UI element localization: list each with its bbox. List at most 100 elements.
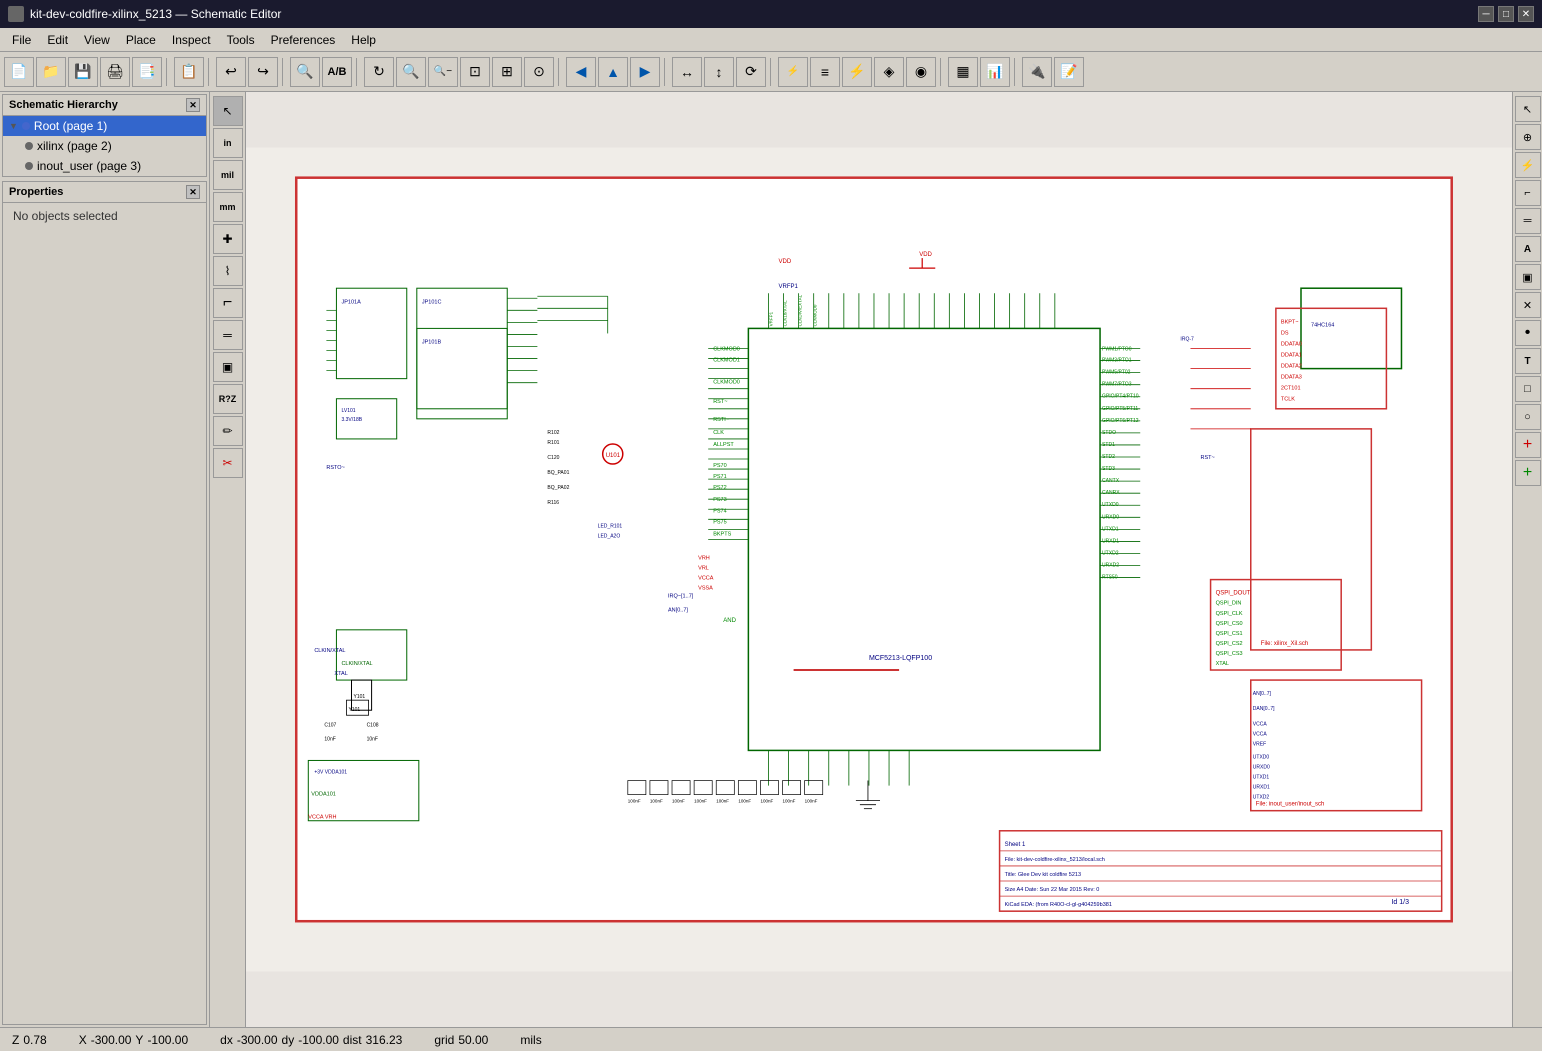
- nav-right-button[interactable]: ▶: [630, 57, 660, 87]
- tool-add-power[interactable]: ⌇: [213, 256, 243, 286]
- svg-text:AND: AND: [723, 618, 736, 624]
- tool-add-sym[interactable]: ✚: [213, 224, 243, 254]
- save-button[interactable]: 💾: [68, 57, 98, 87]
- menu-view[interactable]: View: [76, 31, 118, 49]
- rt-circle-button[interactable]: ○: [1515, 404, 1541, 430]
- menu-inspect[interactable]: Inspect: [164, 31, 219, 49]
- hierarchy-panel-close[interactable]: ✕: [186, 98, 200, 112]
- sym3-button[interactable]: ◈: [874, 57, 904, 87]
- rt-bus-button[interactable]: ═: [1515, 208, 1541, 234]
- tool-unit-mm[interactable]: mm: [213, 192, 243, 222]
- svg-text:Title: Glee Dev kit coldfire 5: Title: Glee Dev kit coldfire 5213: [1005, 872, 1081, 878]
- rt-power-button[interactable]: ⚡: [1515, 152, 1541, 178]
- svg-text:UTXD0: UTXD0: [1102, 502, 1119, 508]
- new-button[interactable]: 📄: [4, 57, 34, 87]
- svg-text:Id 1/3: Id 1/3: [1391, 899, 1409, 906]
- mirror-x-button[interactable]: ↔: [672, 57, 702, 87]
- svg-text:CLKIN/XTAL: CLKIN/XTAL: [341, 661, 372, 667]
- tool-add-bus[interactable]: ═: [213, 320, 243, 350]
- tool-add-wire[interactable]: ⌐: [213, 288, 243, 318]
- tree-item-root[interactable]: ▼ Root (page 1): [3, 116, 206, 136]
- rt-noconn-button[interactable]: ✕: [1515, 292, 1541, 318]
- svg-text:Y101: Y101: [354, 694, 366, 700]
- tree-toggle-root: ▼: [9, 121, 18, 131]
- nav-up-button[interactable]: ▲: [598, 57, 628, 87]
- rt-junc-button[interactable]: •: [1515, 320, 1541, 346]
- tool-select[interactable]: ↖: [213, 96, 243, 126]
- menu-help[interactable]: Help: [343, 31, 384, 49]
- tool-rz[interactable]: R?Z: [213, 384, 243, 414]
- dx-label: dx: [220, 1033, 233, 1047]
- properties-panel-close[interactable]: ✕: [186, 185, 200, 199]
- svg-text:PS70: PS70: [713, 463, 726, 469]
- redo-button[interactable]: ↪: [248, 57, 278, 87]
- menu-preferences[interactable]: Preferences: [263, 31, 344, 49]
- grid-status: grid 50.00: [434, 1033, 488, 1047]
- svg-text:QSPI_CLK: QSPI_CLK: [1216, 611, 1243, 617]
- maximize-button[interactable]: □: [1498, 6, 1514, 22]
- annotate-button[interactable]: A/B: [322, 57, 352, 87]
- nav-left-button[interactable]: ◀: [566, 57, 596, 87]
- undo-button[interactable]: ↩: [216, 57, 246, 87]
- rt-add-red-button[interactable]: +: [1515, 432, 1541, 458]
- zoom-in-button[interactable]: 🔍: [396, 57, 426, 87]
- search-button[interactable]: 🔍: [290, 57, 320, 87]
- zoom-orig-button[interactable]: ⊙: [524, 57, 554, 87]
- svg-text:Y101: Y101: [348, 707, 360, 713]
- schematic-canvas[interactable]: Sheet 1 File: kit-dev-coldfire-xilinx_52…: [246, 92, 1512, 1027]
- tool-add-hier[interactable]: ▣: [213, 352, 243, 382]
- zoom-fit-button[interactable]: ⊡: [460, 57, 490, 87]
- rt-wire-button[interactable]: ⌐: [1515, 180, 1541, 206]
- svg-text:PS71: PS71: [713, 474, 726, 480]
- svg-text:DDATA2: DDATA2: [1281, 364, 1302, 370]
- pcb-button[interactable]: 🔌: [1022, 57, 1052, 87]
- print-button[interactable]: 🖨: [100, 57, 130, 87]
- rt-text-button[interactable]: T: [1515, 348, 1541, 374]
- menu-tools[interactable]: Tools: [219, 31, 263, 49]
- menu-place[interactable]: Place: [118, 31, 164, 49]
- close-button[interactable]: ✕: [1518, 6, 1534, 22]
- power-sym-button[interactable]: ⚡: [778, 57, 808, 87]
- rotate-button[interactable]: ⟳: [736, 57, 766, 87]
- tree-item-inout[interactable]: inout_user (page 3): [19, 156, 206, 176]
- tool-unit-mil[interactable]: mil: [213, 160, 243, 190]
- bom-button[interactable]: 📊: [980, 57, 1010, 87]
- rt-sym-button[interactable]: ⊕: [1515, 124, 1541, 150]
- rt-select-button[interactable]: ↖: [1515, 96, 1541, 122]
- titlebar-controls[interactable]: ─ □ ✕: [1478, 6, 1534, 22]
- pdf-button[interactable]: 📑: [132, 57, 162, 87]
- tree-item-xilinx[interactable]: xilinx (page 2): [19, 136, 206, 156]
- svg-text:DDATA1: DDATA1: [1281, 353, 1302, 359]
- minimize-button[interactable]: ─: [1478, 6, 1494, 22]
- tool-delete[interactable]: ✂: [213, 448, 243, 478]
- erc-button[interactable]: ⚡: [842, 57, 872, 87]
- properties-panel: Properties ✕ No objects selected: [2, 181, 207, 1025]
- svg-text:RSTI~: RSTI~: [713, 417, 729, 423]
- sep5: [558, 58, 562, 86]
- zoom-out-button[interactable]: 🔍−: [428, 57, 458, 87]
- menu-file[interactable]: File: [4, 31, 39, 49]
- svg-text:VCCA: VCCA: [1253, 721, 1268, 727]
- svg-text:VCCA: VCCA: [1253, 731, 1268, 737]
- svg-text:ALLPST: ALLPST: [713, 442, 734, 448]
- sym4-button[interactable]: ◉: [906, 57, 936, 87]
- script-button[interactable]: 📝: [1054, 57, 1084, 87]
- sep7: [770, 58, 774, 86]
- zoom-area-button[interactable]: ⊞: [492, 57, 522, 87]
- svg-text:VDDA101: VDDA101: [311, 792, 336, 798]
- canvas-area[interactable]: Sheet 1 File: kit-dev-coldfire-xilinx_52…: [246, 92, 1512, 1027]
- refresh-button[interactable]: ↻: [364, 57, 394, 87]
- menu-edit[interactable]: Edit: [39, 31, 76, 49]
- open-button[interactable]: 📁: [36, 57, 66, 87]
- netlist-button[interactable]: ≡: [810, 57, 840, 87]
- rt-hier-button[interactable]: ▣: [1515, 264, 1541, 290]
- rt-add-green-button[interactable]: +: [1515, 460, 1541, 486]
- copy-button[interactable]: 📋: [174, 57, 204, 87]
- fields-button[interactable]: ▦: [948, 57, 978, 87]
- titlebar-title: kit-dev-coldfire-xilinx_5213 — Schematic…: [30, 7, 281, 21]
- tool-unit-in[interactable]: in: [213, 128, 243, 158]
- rt-rect-button[interactable]: □: [1515, 376, 1541, 402]
- rt-label-button[interactable]: A: [1515, 236, 1541, 262]
- mirror-y-button[interactable]: ↕: [704, 57, 734, 87]
- tool-edit-sym[interactable]: ✏: [213, 416, 243, 446]
